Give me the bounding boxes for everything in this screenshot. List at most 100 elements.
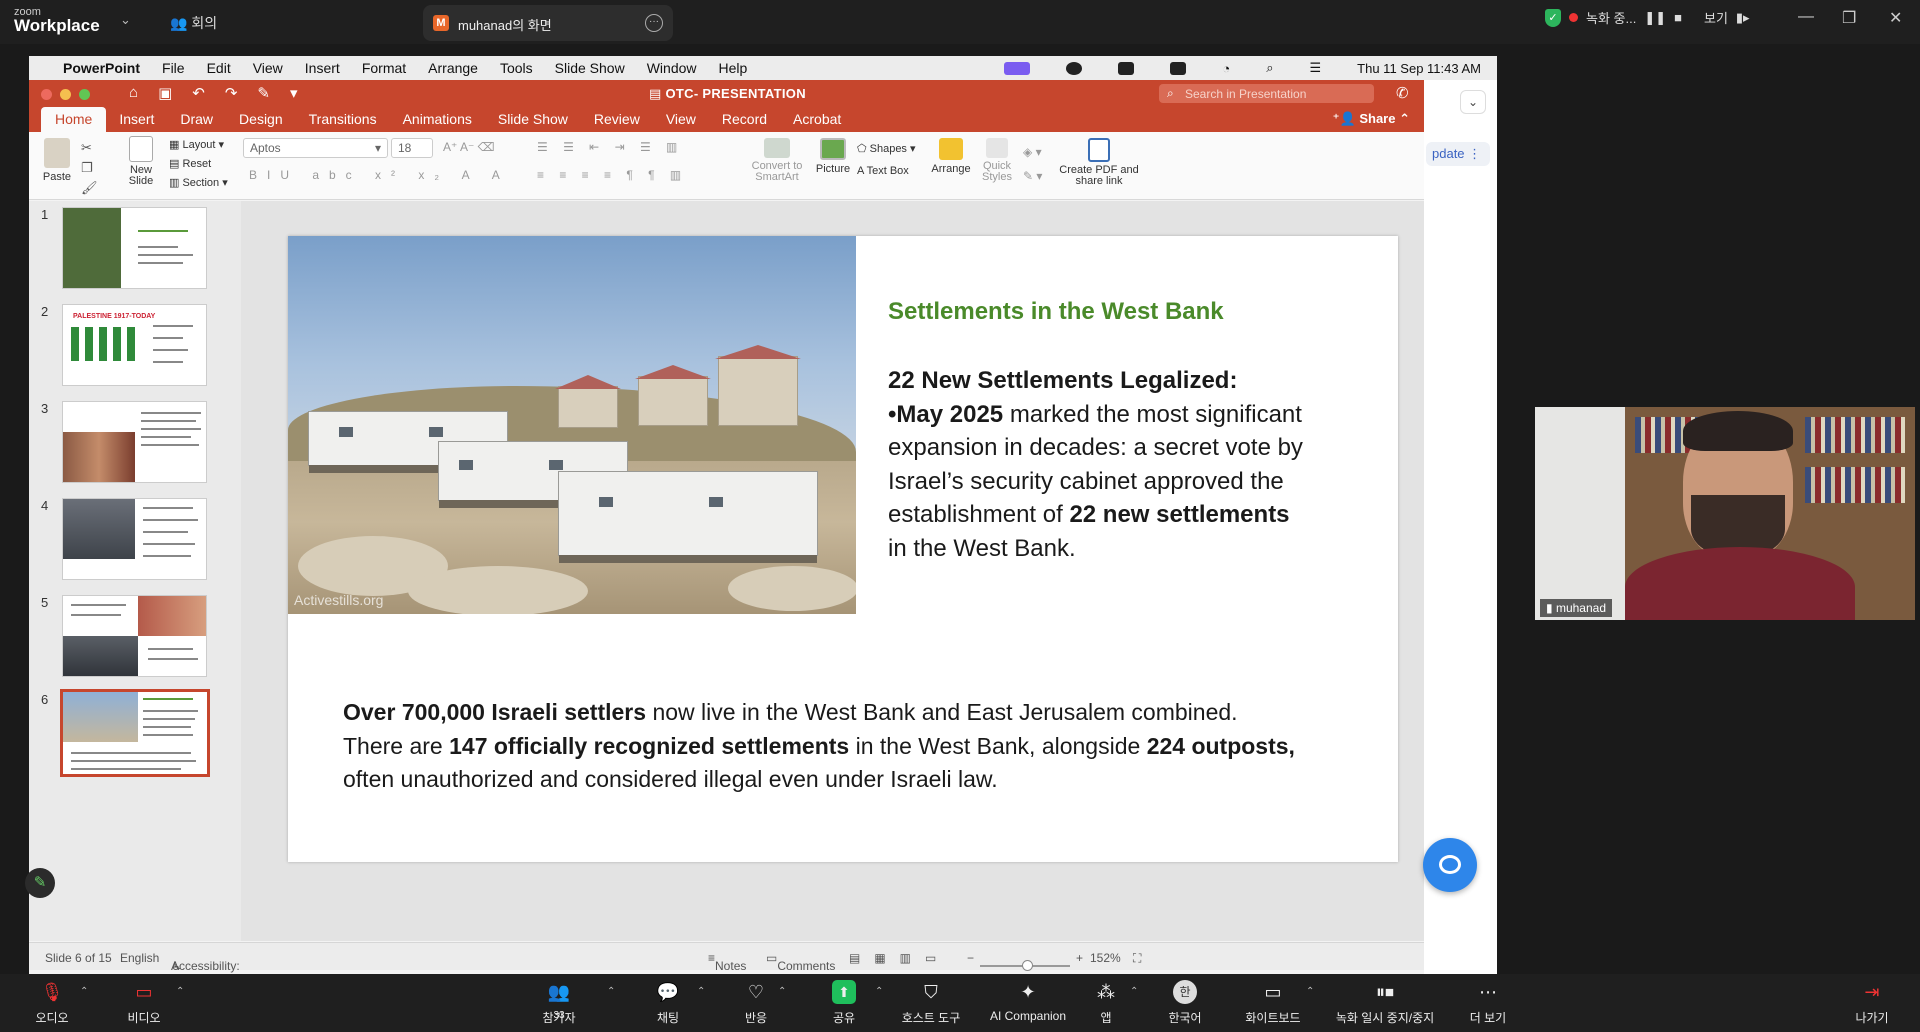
redo-icon[interactable]: ↷ bbox=[225, 84, 238, 102]
tab-record[interactable]: Record bbox=[709, 111, 780, 132]
chevron-up-icon[interactable]: ⌃ bbox=[176, 986, 184, 997]
audio-button[interactable]: 🎙 오디오 bbox=[32, 980, 72, 1026]
new-slide-button[interactable]: New Slide bbox=[123, 136, 159, 187]
comments-button[interactable]: ▭ Comments bbox=[766, 951, 835, 973]
slide-thumbnail[interactable]: PALESTINE 1917-TODAY bbox=[62, 304, 207, 386]
textbox-button[interactable]: A Text Box bbox=[857, 160, 916, 182]
copy-icon[interactable]: ❐ bbox=[81, 158, 98, 178]
font-size-select[interactable]: 18 bbox=[391, 138, 433, 158]
tab-review[interactable]: Review bbox=[581, 111, 653, 132]
slide-thumbnail-selected[interactable] bbox=[60, 689, 210, 777]
chat-button[interactable]: 💬 채팅 bbox=[650, 980, 686, 1026]
slide-thumbnail[interactable] bbox=[62, 498, 207, 580]
video-button[interactable]: ▭ 비디오 bbox=[124, 980, 164, 1026]
arrange-button[interactable]: Arrange bbox=[929, 138, 973, 175]
menu-arrange[interactable]: Arrange bbox=[428, 60, 478, 76]
home-icon[interactable]: ⌂ bbox=[129, 84, 138, 102]
view-menu[interactable]: 보기 bbox=[1704, 8, 1728, 27]
fit-slide-icon[interactable]: ⛶ bbox=[1133, 951, 1141, 966]
menu-format[interactable]: Format bbox=[362, 60, 406, 76]
tab-transitions[interactable]: Transitions bbox=[296, 111, 390, 132]
menu-view[interactable]: View bbox=[253, 60, 283, 76]
recording-indicator[interactable]: ✓ 녹화 중... ❚❚ ■ 보기 ▮▸ bbox=[1545, 8, 1750, 27]
customize-icon[interactable]: ▾ bbox=[290, 84, 298, 102]
share-button[interactable]: ⁺👤 Share ⌃ bbox=[1333, 111, 1410, 127]
slide-body[interactable]: 22 New Settlements Legalized: •May 2025 … bbox=[888, 364, 1308, 565]
undo-icon[interactable]: ↶ bbox=[192, 84, 205, 102]
font-size-tools-icon[interactable]: A⁺ A⁻ ⌫ bbox=[443, 140, 495, 154]
create-pdf-button[interactable]: Create PDF and share link bbox=[1059, 138, 1139, 187]
leave-button[interactable]: ⇥ 나가기 bbox=[1852, 980, 1892, 1026]
shapes-button[interactable]: ⬠ Shapes ▾ bbox=[857, 138, 916, 160]
wifi-icon[interactable]: ◔ bbox=[1222, 61, 1230, 76]
menu-tools[interactable]: Tools bbox=[500, 60, 533, 76]
chevron-up-icon[interactable]: ⌃ bbox=[80, 986, 88, 997]
draw-icon[interactable]: ✎ bbox=[257, 84, 270, 102]
menu-slideshow[interactable]: Slide Show bbox=[555, 60, 625, 76]
host-tools-button[interactable]: ⛉ 호스트 도구 bbox=[896, 980, 966, 1026]
pause-icon[interactable]: ❚❚ bbox=[1644, 10, 1666, 26]
tab-draw[interactable]: Draw bbox=[167, 111, 226, 132]
notes-button[interactable]: ≡ Notes bbox=[708, 951, 746, 973]
chat-bubble-button[interactable] bbox=[1423, 838, 1477, 892]
cut-icon[interactable]: ✂ bbox=[81, 138, 98, 158]
slide[interactable]: Activestills.org Settlements in the West… bbox=[288, 236, 1398, 862]
window-zoom-icon[interactable] bbox=[79, 89, 90, 100]
screen-share-icon[interactable] bbox=[1004, 61, 1031, 75]
meeting-tab[interactable]: 👥 회의 bbox=[170, 13, 217, 33]
participants-button[interactable]: 👥33 참가자 bbox=[537, 980, 581, 1026]
slide-bottom-text[interactable]: Over 700,000 Israeli settlers now live i… bbox=[343, 696, 1333, 797]
menu-help[interactable]: Help bbox=[719, 60, 748, 76]
chevron-down-icon[interactable]: ⌄ bbox=[120, 12, 131, 28]
paste-button[interactable]: Paste bbox=[37, 138, 77, 183]
menu-file[interactable]: File bbox=[162, 60, 185, 76]
control-center-icon[interactable]: ☰ bbox=[1310, 60, 1322, 76]
align-icons[interactable]: ≡ ≡ ≡ ≡ ¶ ¶ ▥ bbox=[537, 168, 687, 182]
more-icon[interactable]: ··· bbox=[645, 14, 663, 32]
slide-thumbnail[interactable] bbox=[62, 207, 207, 289]
list-icons[interactable]: ☰ ☰ ⇤ ⇥ ☰ ▥ bbox=[537, 140, 683, 154]
menu-edit[interactable]: Edit bbox=[207, 60, 231, 76]
chevron-up-icon[interactable]: ⌃ bbox=[697, 986, 705, 997]
reset-button[interactable]: ▤ Reset bbox=[169, 155, 228, 174]
clock[interactable]: Thu 11 Sep 11:43 AM bbox=[1357, 61, 1481, 76]
more-button[interactable]: ⋯ 더 보기 bbox=[1466, 980, 1510, 1026]
react-button[interactable]: ♡ 반응 bbox=[738, 980, 774, 1026]
zoom-slider[interactable]: − + bbox=[967, 951, 1083, 971]
annotate-pencil-button[interactable]: ✎ bbox=[25, 868, 55, 898]
grammarly-icon[interactable] bbox=[1066, 61, 1083, 75]
slide-title[interactable]: Settlements in the West Bank bbox=[888, 298, 1224, 326]
menu-window[interactable]: Window bbox=[647, 60, 697, 76]
window-minimize-icon[interactable] bbox=[60, 89, 71, 100]
chevron-down-icon[interactable]: ⌄ bbox=[1460, 90, 1486, 114]
view-grid-icon[interactable]: ▮▸ bbox=[1736, 10, 1750, 26]
whiteboard-button[interactable]: ▭ 화이트보드 bbox=[1240, 980, 1306, 1026]
close-icon[interactable]: ✕ bbox=[1889, 8, 1902, 28]
language-status[interactable]: English bbox=[120, 951, 159, 965]
keyboard-icon[interactable] bbox=[1118, 61, 1135, 75]
slide-thumbnail[interactable] bbox=[62, 595, 207, 677]
menu-app-name[interactable]: PowerPoint bbox=[63, 60, 140, 76]
tab-design[interactable]: Design bbox=[226, 111, 296, 132]
tab-animations[interactable]: Animations bbox=[390, 111, 485, 132]
update-button[interactable]: pdate ⋮ bbox=[1426, 142, 1490, 166]
stop-icon[interactable]: ■ bbox=[1674, 10, 1682, 25]
window-close-icon[interactable] bbox=[41, 89, 52, 100]
format-painter-icon[interactable]: 🖌 bbox=[81, 178, 98, 198]
tab-home[interactable]: Home bbox=[41, 107, 107, 132]
language-button[interactable]: 한 한국어 bbox=[1163, 980, 1207, 1026]
battery-icon[interactable] bbox=[1170, 61, 1187, 75]
font-family-select[interactable]: Aptos ▾ bbox=[243, 138, 388, 158]
slide-thumbnail[interactable] bbox=[62, 401, 207, 483]
chevron-up-icon[interactable]: ⌃ bbox=[607, 986, 615, 997]
tab-acrobat[interactable]: Acrobat bbox=[780, 111, 854, 132]
search-icon[interactable]: ⌕ bbox=[1266, 60, 1273, 76]
convert-smartart-button[interactable]: Convert to SmartArt bbox=[749, 138, 805, 183]
apps-button[interactable]: ⁂ 앱 bbox=[1090, 980, 1122, 1026]
chevron-up-icon[interactable]: ⌃ bbox=[1130, 986, 1138, 997]
ai-companion-button[interactable]: ✦ AI Companion bbox=[978, 980, 1078, 1023]
tab-view[interactable]: View bbox=[653, 111, 709, 132]
text-format-icons[interactable]: BIU abc x² x₂ A A bbox=[249, 168, 510, 182]
section-button[interactable]: ▥ Section ▾ bbox=[169, 174, 228, 193]
share-screen-button[interactable]: ⬆ 공유 bbox=[826, 980, 862, 1026]
